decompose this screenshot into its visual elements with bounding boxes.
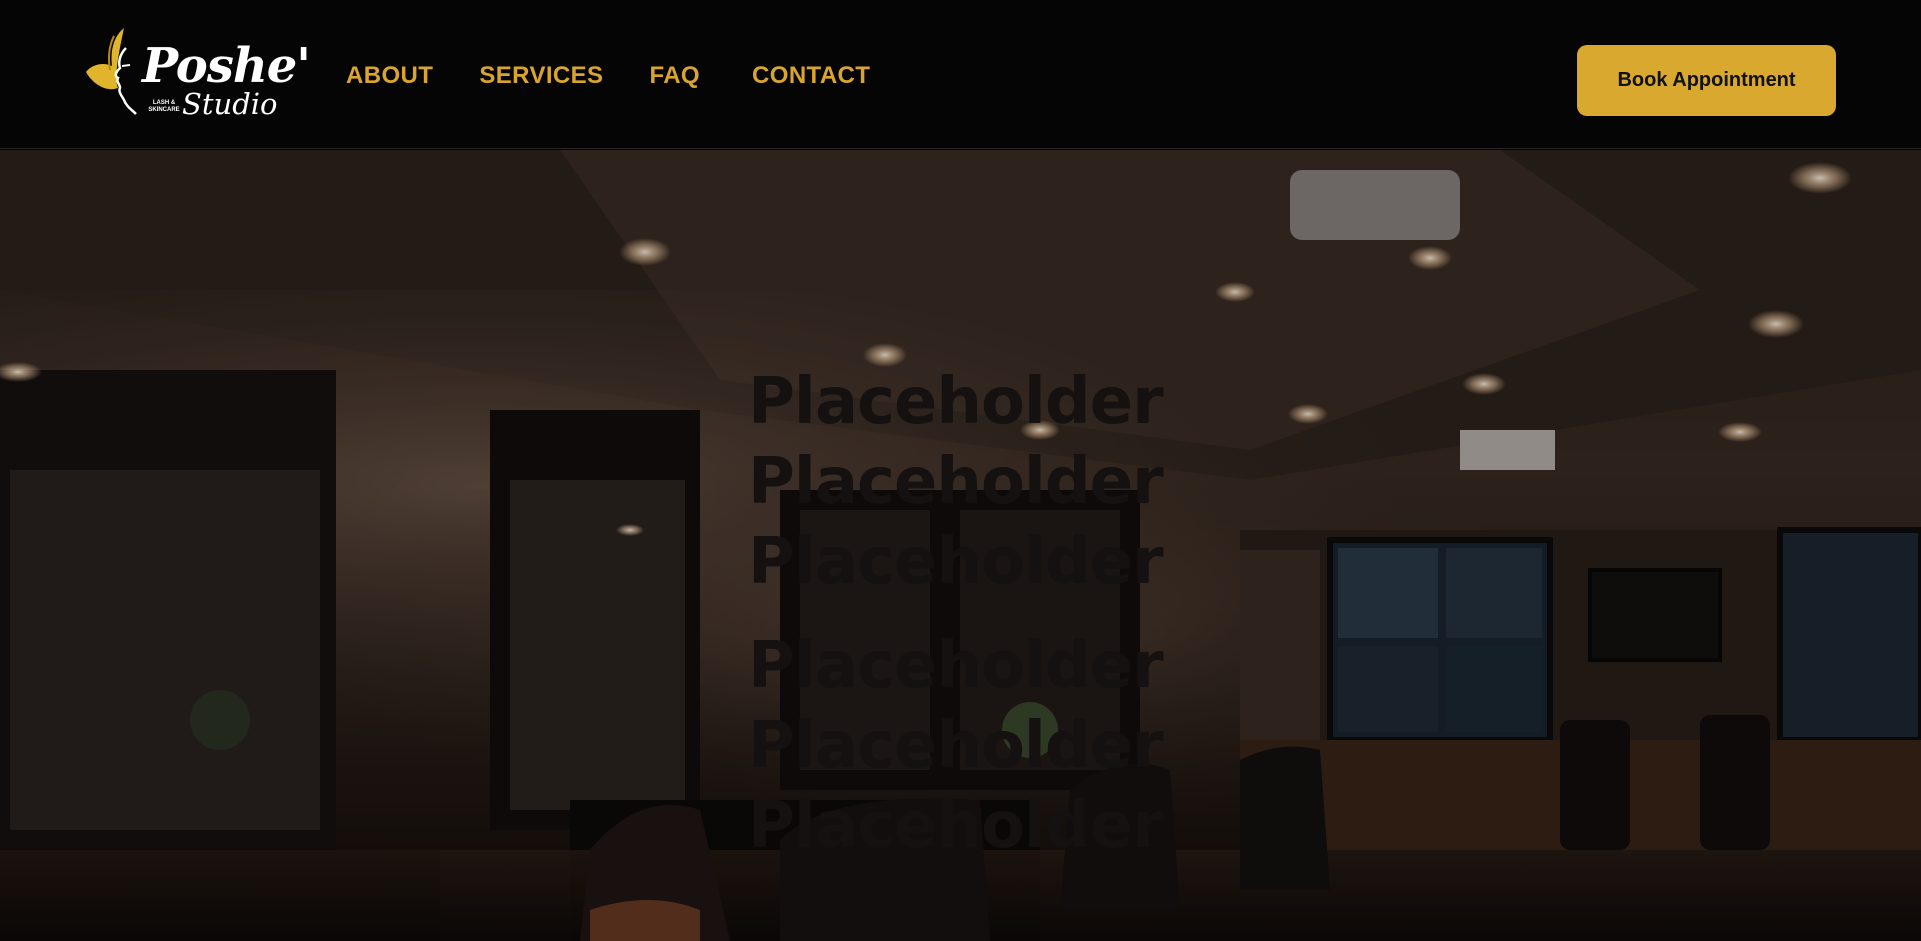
headline-line-2: Placeholder [748, 445, 1164, 519]
brand-tagline: LASH & SKINCARE [144, 100, 184, 114]
nav-about[interactable]: ABOUT [346, 64, 433, 88]
nav-contact[interactable]: CONTACT [752, 64, 870, 88]
headline-line-5: Placeholder [748, 709, 1164, 783]
headline-line-4: Placeholder [748, 629, 1164, 703]
headline-line-1: Placeholder [748, 365, 1164, 439]
main-nav: ABOUT SERVICES FAQ CONTACT [346, 64, 870, 88]
nav-faq[interactable]: FAQ [649, 64, 700, 88]
nav-services[interactable]: SERVICES [479, 64, 603, 88]
hero-headline: Placeholder Placeholder Placeholder Plac… [748, 362, 1188, 866]
headline-gap [748, 602, 1188, 626]
brand-logo[interactable]: Poshe' LASH & SKINCARE Studio [84, 24, 311, 124]
hero-section: Placeholder Placeholder Placeholder Plac… [0, 150, 1921, 941]
book-appointment-button[interactable]: Book Appointment [1577, 45, 1836, 116]
brand-name: Poshe' [142, 38, 311, 94]
headline-line-3: Placeholder [748, 525, 1164, 599]
face-profile-logo-icon [114, 47, 137, 115]
brand-tagline-line2: SKINCARE [148, 107, 180, 113]
brand-subname: Studio [182, 87, 278, 121]
brand-tagline-line1: LASH & [152, 100, 176, 106]
headline-line-6: Placeholder [748, 789, 1164, 863]
site-header: Poshe' LASH & SKINCARE Studio ABOUT SERV… [0, 0, 1921, 149]
